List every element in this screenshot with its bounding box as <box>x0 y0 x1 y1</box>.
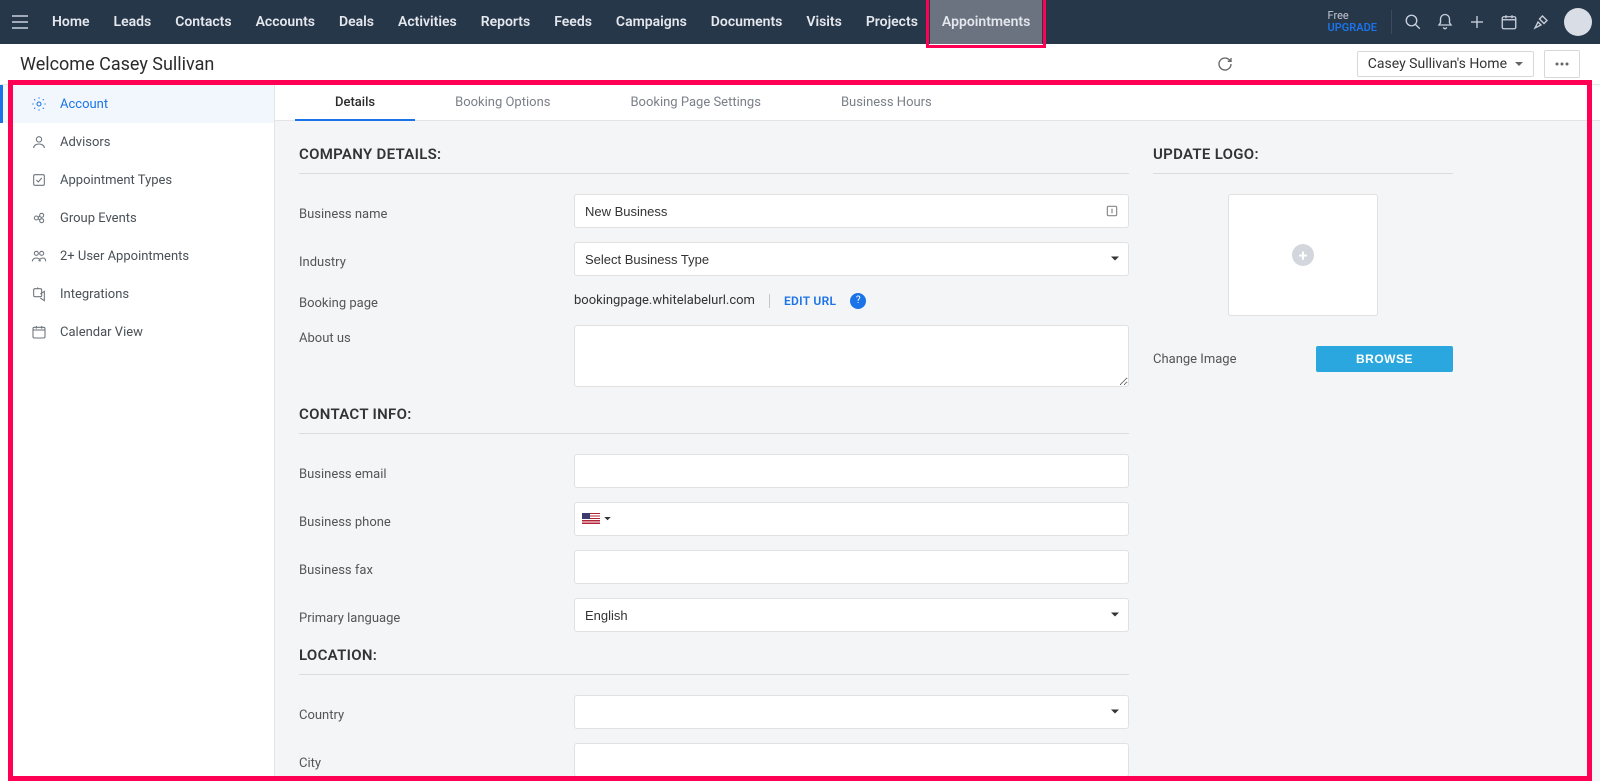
booking-url-text: bookingpage.whitelabelurl.com <box>574 293 755 308</box>
upgrade-block: Free UPGRADE <box>1328 10 1377 34</box>
sidebar-item-label: 2+ User Appointments <box>60 249 189 264</box>
label-business-fax: Business fax <box>299 557 574 578</box>
label-city: City <box>299 750 574 771</box>
topnav-item-home[interactable]: Home <box>40 0 102 44</box>
label-business-email: Business email <box>299 461 574 482</box>
section-location: LOCATION: <box>299 646 1129 675</box>
divider <box>1391 10 1392 34</box>
label-business-phone: Business phone <box>299 509 574 530</box>
edit-field-icon[interactable] <box>1105 204 1119 218</box>
plus-icon: + <box>1292 244 1314 266</box>
section-company-details: COMPANY DETAILS: <box>299 145 1129 174</box>
sidebar-item-label: Advisors <box>60 135 111 150</box>
label-business-name: Business name <box>299 201 574 222</box>
subheader: Welcome Casey Sullivan Casey Sullivan's … <box>0 44 1600 85</box>
tools-icon[interactable] <box>1526 7 1556 37</box>
browse-button[interactable]: BROWSE <box>1316 346 1453 372</box>
phone-country-select[interactable] <box>582 513 611 525</box>
sidebar-item-label: Calendar View <box>60 325 143 340</box>
topnav-item-campaigns[interactable]: Campaigns <box>604 0 699 44</box>
label-booking-page: Booking page <box>299 290 574 311</box>
flag-us-icon <box>582 513 600 525</box>
topnav-item-accounts[interactable]: Accounts <box>244 0 327 44</box>
sidebar-icon <box>30 285 48 303</box>
avatar[interactable] <box>1564 8 1592 36</box>
bell-icon[interactable] <box>1430 7 1460 37</box>
sidebar-icon <box>30 133 48 151</box>
tab-details[interactable]: Details <box>295 85 415 120</box>
logo-upload-box[interactable]: + <box>1228 194 1378 316</box>
home-select[interactable]: Casey Sullivan's Home <box>1357 51 1534 77</box>
sidebar-item-calendar-view[interactable]: Calendar View <box>0 313 274 351</box>
label-country: Country <box>299 702 574 723</box>
topnav-item-appointments[interactable]: Appointments <box>930 0 1042 44</box>
sidebar-item-integrations[interactable]: Integrations <box>0 275 274 313</box>
topnav-item-projects[interactable]: Projects <box>854 0 930 44</box>
industry-select[interactable]: Select Business Type <box>574 242 1129 276</box>
sidebar-item-label: Integrations <box>60 287 129 302</box>
topnav-item-visits[interactable]: Visits <box>794 0 853 44</box>
edit-url-link[interactable]: EDIT URL <box>784 294 836 308</box>
business-phone-input[interactable] <box>574 502 1129 536</box>
upgrade-link[interactable]: UPGRADE <box>1328 22 1377 34</box>
sidebar-item-advisors[interactable]: Advisors <box>0 123 274 161</box>
tab-booking-options[interactable]: Booking Options <box>415 85 590 120</box>
sidebar-item-2-user-appointments[interactable]: 2+ User Appointments <box>0 237 274 275</box>
topnav-item-documents[interactable]: Documents <box>699 0 795 44</box>
sidebar-item-appointment-types[interactable]: Appointment Types <box>0 161 274 199</box>
calendar-icon[interactable] <box>1494 7 1524 37</box>
hamburger-icon[interactable] <box>8 10 32 34</box>
section-contact-info: CONTACT INFO: <box>299 405 1129 434</box>
sidebar-icon <box>30 95 48 113</box>
topnav-item-activities[interactable]: Activities <box>386 0 469 44</box>
refresh-icon[interactable] <box>1213 52 1237 76</box>
welcome-text: Welcome Casey Sullivan <box>20 54 214 75</box>
sidebar-item-label: Account <box>60 97 108 112</box>
business-name-input[interactable] <box>574 194 1129 228</box>
sidebar-icon <box>30 323 48 341</box>
sidebar: Account Advisors Appointment Types Group Ev… <box>0 85 275 781</box>
topnav-item-reports[interactable]: Reports <box>469 0 543 44</box>
divider <box>769 294 770 308</box>
sidebar-icon <box>30 209 48 227</box>
tab-business-hours[interactable]: Business Hours <box>801 85 972 120</box>
about-us-textarea[interactable] <box>574 325 1129 387</box>
plus-icon[interactable] <box>1462 7 1492 37</box>
topnav-item-contacts[interactable]: Contacts <box>163 0 243 44</box>
search-icon[interactable] <box>1398 7 1428 37</box>
primary-language-select[interactable]: English <box>574 598 1129 632</box>
top-nav: HomeLeadsContactsAccountsDealsActivities… <box>0 0 1600 44</box>
sidebar-icon <box>30 247 48 265</box>
city-input[interactable] <box>574 743 1129 777</box>
business-email-input[interactable] <box>574 454 1129 488</box>
tab-booking-page-settings[interactable]: Booking Page Settings <box>590 85 800 120</box>
sidebar-item-account[interactable]: Account <box>0 85 274 123</box>
sidebar-item-group-events[interactable]: Group Events <box>0 199 274 237</box>
topnav-item-leads[interactable]: Leads <box>102 0 164 44</box>
label-industry: Industry <box>299 249 574 270</box>
home-select-label: Casey Sullivan's Home <box>1368 56 1507 72</box>
chevron-down-icon <box>604 517 611 521</box>
section-update-logo: UPDATE LOGO: <box>1153 145 1453 174</box>
chevron-down-icon <box>1515 62 1523 67</box>
content: DetailsBooking OptionsBooking Page Setti… <box>275 85 1600 781</box>
tabs: DetailsBooking OptionsBooking Page Setti… <box>275 85 1600 121</box>
topnav-item-feeds[interactable]: Feeds <box>542 0 604 44</box>
label-about-us: About us <box>299 325 574 346</box>
label-change-image: Change Image <box>1153 352 1237 367</box>
more-button[interactable] <box>1544 50 1580 78</box>
country-select[interactable] <box>574 695 1129 729</box>
business-fax-input[interactable] <box>574 550 1129 584</box>
label-primary-language: Primary language <box>299 605 574 626</box>
topnav-item-deals[interactable]: Deals <box>327 0 386 44</box>
sidebar-icon <box>30 171 48 189</box>
main: Account Advisors Appointment Types Group Ev… <box>0 85 1600 781</box>
sidebar-item-label: Group Events <box>60 211 137 226</box>
help-icon[interactable]: ? <box>850 293 866 309</box>
sidebar-item-label: Appointment Types <box>60 173 172 188</box>
